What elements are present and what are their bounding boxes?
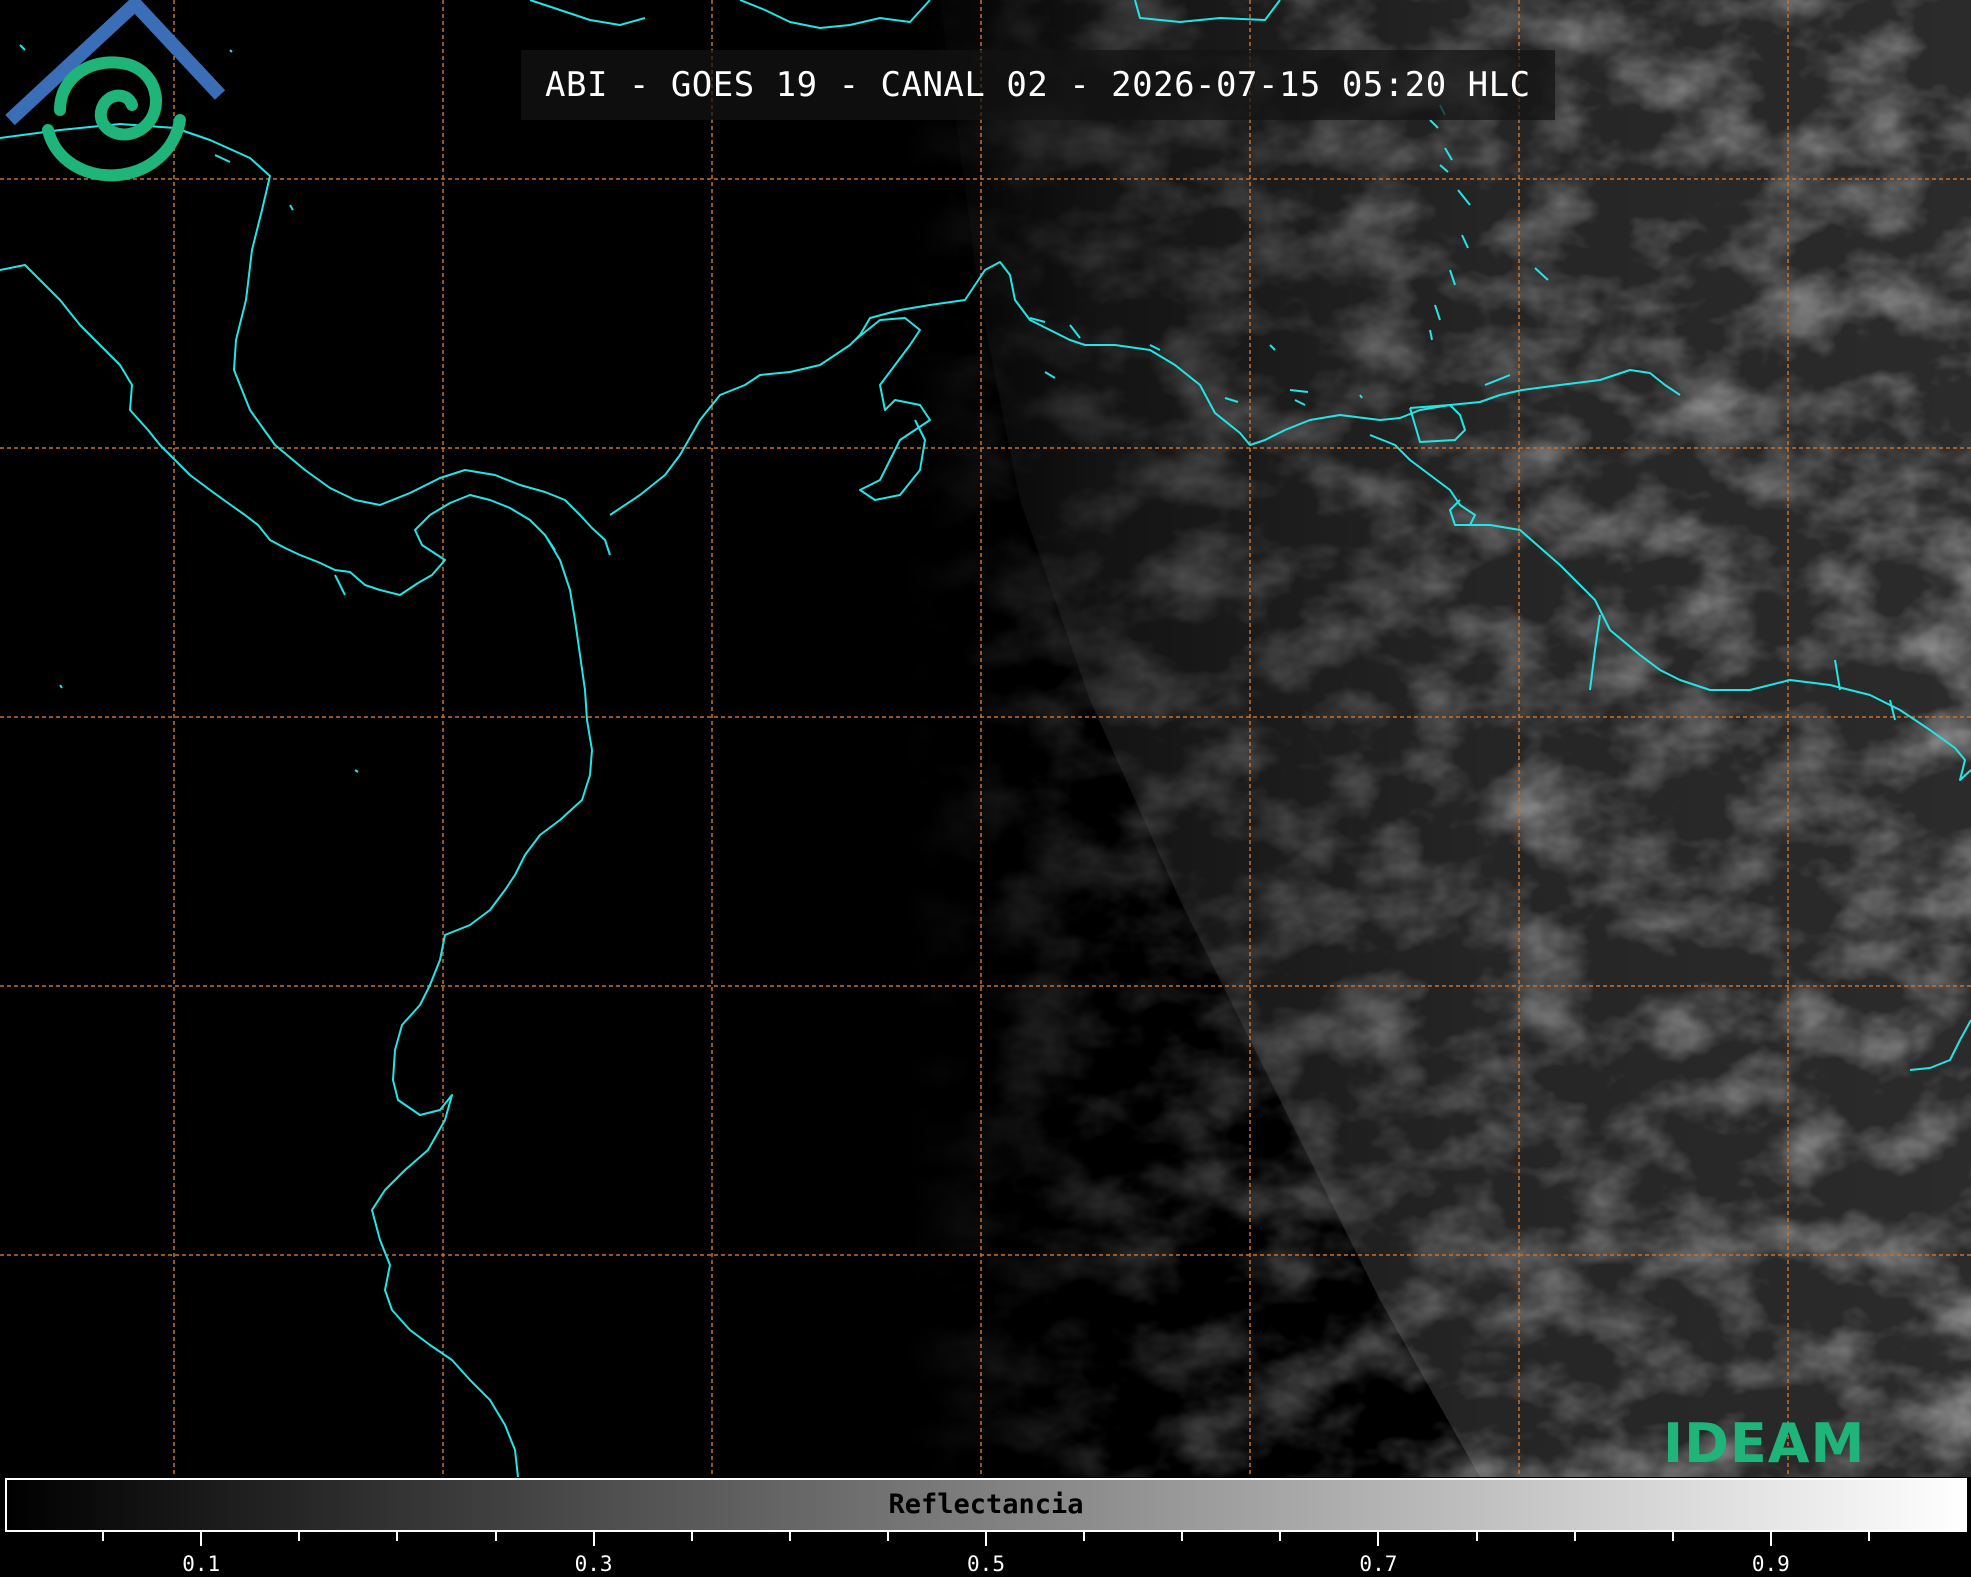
colorbar-minor-tick — [1181, 1532, 1184, 1541]
colorbar-minor-tick — [1083, 1532, 1086, 1541]
colorbar-minor-tick — [1671, 1532, 1674, 1541]
ideam-logo-icon — [5, 0, 226, 182]
satellite-map: ABI - GOES 19 - CANAL 02 - 2026-07-15 05… — [0, 0, 1971, 1477]
colorbar-major-tick — [1769, 1532, 1772, 1546]
colorbar: Reflectancia — [5, 1478, 1967, 1532]
colorbar-major-tick — [200, 1532, 203, 1546]
colorbar-minor-tick — [298, 1532, 301, 1541]
colorbar-tick-label: 0.7 — [1359, 1552, 1398, 1576]
colorbar-minor-tick — [886, 1532, 889, 1541]
map-title: ABI - GOES 19 - CANAL 02 - 2026-07-15 05… — [521, 50, 1555, 120]
colorbar-minor-tick — [1279, 1532, 1282, 1541]
colorbar-ticks: 0.1 0.3 0.5 0.7 0.9 — [0, 1532, 1971, 1577]
colorbar-tick-label: 0.9 — [1751, 1552, 1790, 1576]
colorbar-tick-label: 0.3 — [574, 1552, 613, 1576]
colorbar-tick-label: 0.1 — [182, 1552, 221, 1576]
colorbar-minor-tick — [1475, 1532, 1478, 1541]
colorbar-minor-tick — [1867, 1532, 1870, 1541]
satellite-imagery — [0, 0, 1971, 1477]
colorbar-minor-tick — [788, 1532, 791, 1541]
colorbar-minor-tick — [396, 1532, 399, 1541]
colorbar-major-tick — [1377, 1532, 1380, 1546]
colorbar-minor-tick — [494, 1532, 497, 1541]
colorbar-label: Reflectancia — [888, 1489, 1084, 1520]
colorbar-minor-tick — [690, 1532, 693, 1541]
colorbar-tick-label: 0.5 — [967, 1552, 1005, 1576]
colorbar-major-tick — [985, 1532, 987, 1546]
colorbar-minor-tick — [102, 1532, 105, 1541]
ideam-logo-text: IDEAM — [1663, 1412, 1866, 1475]
colorbar-major-tick — [592, 1532, 595, 1546]
colorbar-minor-tick — [1573, 1532, 1576, 1541]
